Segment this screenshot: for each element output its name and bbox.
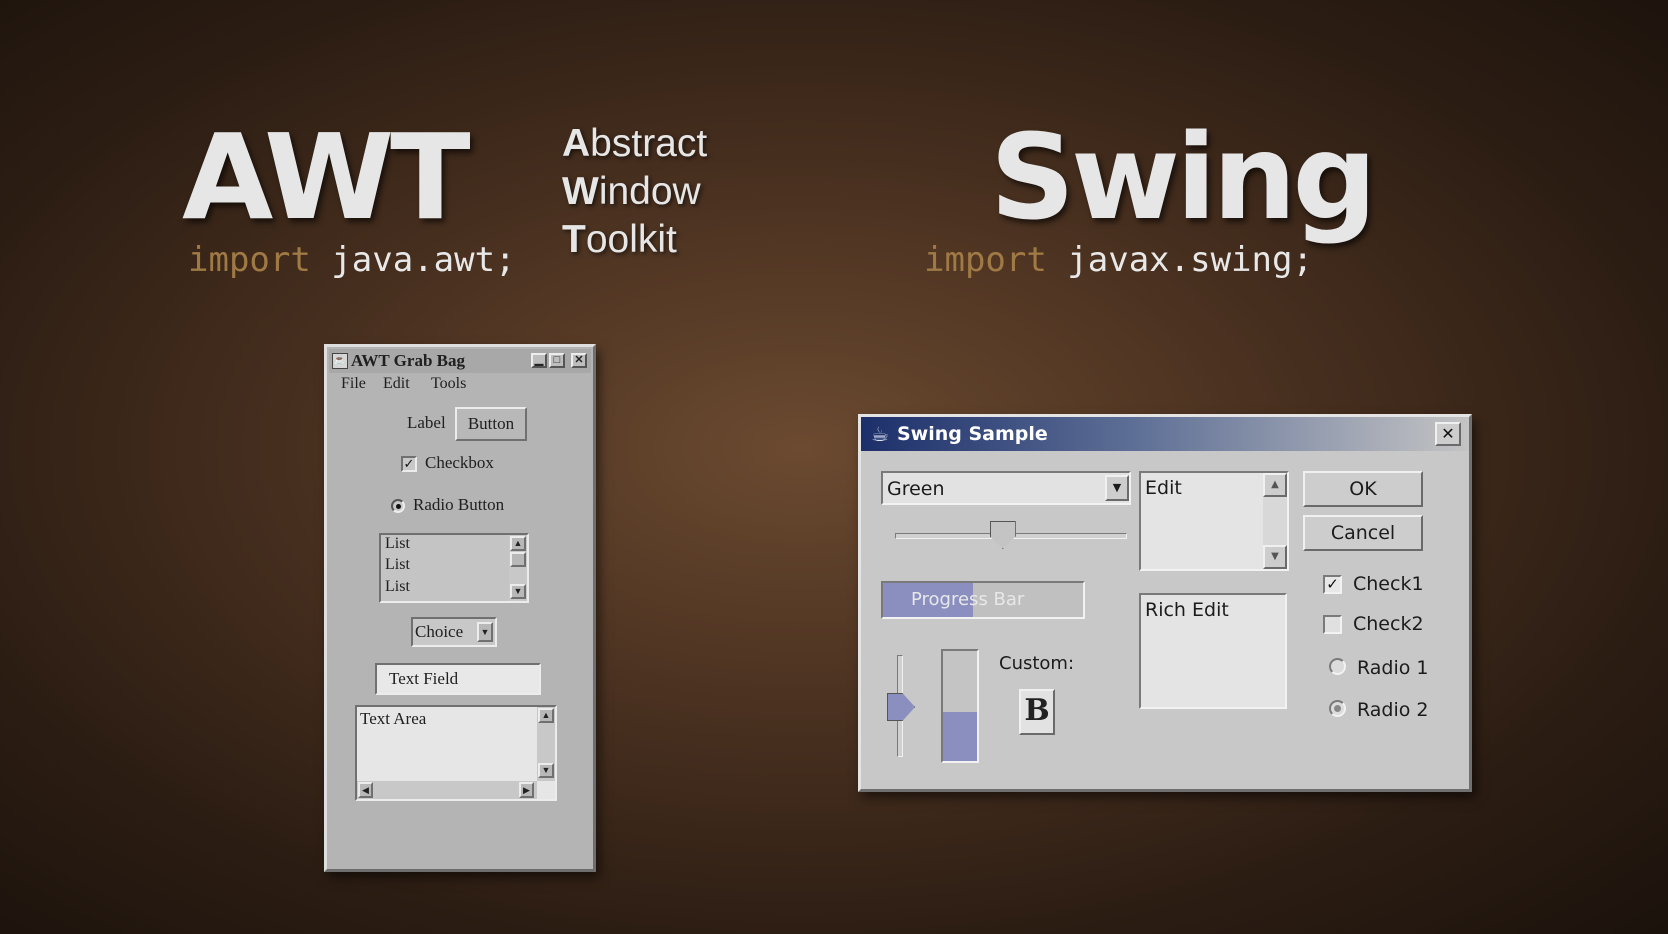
scroll-up-icon[interactable]: ▲ xyxy=(1263,473,1287,497)
minimize-icon[interactable]: ▁ xyxy=(531,353,547,368)
awt-radio-label: Radio Button xyxy=(413,495,505,514)
chevron-down-icon[interactable]: ▼ xyxy=(477,622,493,642)
awt-import-line: import java.awt; xyxy=(188,240,516,280)
bold-B-icon[interactable]: B xyxy=(1019,689,1055,735)
cancel-button[interactable]: Cancel xyxy=(1303,515,1423,551)
progress-label: Progress Bar xyxy=(911,589,1025,610)
awt-title: AWT xyxy=(182,108,471,246)
text-field-value: Text Field xyxy=(389,669,459,688)
menu-edit[interactable]: Edit xyxy=(383,375,410,393)
text-area-vscrollbar[interactable]: ▲ ▼ xyxy=(537,707,555,781)
awt-label: Label xyxy=(407,413,446,432)
awt-title-bar[interactable]: ☕ AWT Grab Bag ▁ □ ✕ xyxy=(329,349,591,373)
awt-text-field[interactable]: Text Field xyxy=(375,663,541,695)
swing-title-bar[interactable]: ☕ Swing Sample ✕ xyxy=(861,417,1469,451)
awt-checkbox-box[interactable]: ✓ xyxy=(401,456,417,472)
awt-text-area[interactable]: Text Area ▲ ▼ ◀ ▶ xyxy=(355,705,557,801)
import-keyword: import xyxy=(188,240,311,280)
acronym-line-toolkit: Toolkit xyxy=(562,218,677,261)
vertical-progress-fill xyxy=(943,711,977,761)
edit-text-area[interactable]: Edit ▲ ▼ xyxy=(1139,471,1289,571)
list-item[interactable]: List xyxy=(385,578,410,596)
radio-dot xyxy=(395,503,401,509)
radio2-label: Radio 2 xyxy=(1357,699,1429,721)
vertical-progress-bar xyxy=(941,649,979,763)
choice-value: Choice xyxy=(415,622,464,641)
slide-background: { "awt_heading": { "title": "AWT", "impo… xyxy=(0,0,1668,934)
vslider-thumb-icon[interactable] xyxy=(887,693,915,721)
custom-label: Custom: xyxy=(999,653,1075,674)
awt-checkbox-label: Checkbox xyxy=(425,453,494,472)
edit-scrollbar[interactable]: ▲ ▼ xyxy=(1263,473,1287,569)
color-combo-box[interactable]: Green ▼ xyxy=(881,471,1131,505)
vertical-slider[interactable] xyxy=(885,655,915,757)
awt-acronym-expansion: Abstract Window Toolkit xyxy=(562,120,707,264)
text-area-hscrollbar[interactable]: ◀ ▶ xyxy=(357,781,537,799)
rich-edit-value: Rich Edit xyxy=(1145,599,1229,621)
edit-text-value: Edit xyxy=(1145,477,1182,499)
ok-button[interactable]: OK xyxy=(1303,471,1423,507)
chevron-down-icon[interactable]: ▼ xyxy=(1105,475,1129,501)
import-package: java.awt; xyxy=(310,240,516,280)
scroll-thumb[interactable] xyxy=(510,552,526,567)
scroll-down-icon[interactable]: ▼ xyxy=(538,763,554,778)
awt-window-title: AWT Grab Bag xyxy=(351,351,465,370)
java-logo-icon: ☕ xyxy=(871,422,889,446)
scroll-up-icon[interactable]: ▲ xyxy=(510,536,526,551)
awt-grab-bag-window: ☕ AWT Grab Bag ▁ □ ✕ File Edit Tools Lab… xyxy=(324,344,596,872)
list-item[interactable]: List xyxy=(385,556,410,574)
radio1-button[interactable] xyxy=(1329,658,1346,675)
check2-label: Check2 xyxy=(1353,613,1424,635)
swing-sample-window: ☕ Swing Sample ✕ Green ▼ Progress Bar Cu… xyxy=(858,414,1472,792)
radio1-label: Radio 1 xyxy=(1357,657,1429,679)
horizontal-slider[interactable] xyxy=(895,521,1127,551)
awt-choice[interactable]: Choice ▼ xyxy=(411,617,497,647)
maximize-icon[interactable]: □ xyxy=(549,353,565,368)
radio2-button[interactable] xyxy=(1329,700,1346,717)
list-item[interactable]: List xyxy=(385,535,410,553)
rich-edit-text-area[interactable]: Rich Edit xyxy=(1139,593,1287,709)
java-cup-icon: ☕ xyxy=(332,353,348,369)
menu-file[interactable]: File xyxy=(341,375,366,393)
awt-button[interactable]: Button xyxy=(455,407,527,441)
progress-bar: Progress Bar xyxy=(881,581,1085,619)
check1-box[interactable]: ✓ xyxy=(1323,575,1342,594)
radio-dot xyxy=(1334,705,1341,712)
scroll-down-icon[interactable]: ▼ xyxy=(510,584,526,599)
awt-radio-button[interactable] xyxy=(391,499,405,513)
swing-import-line: import javax.swing; xyxy=(924,240,1313,280)
swing-window-title: Swing Sample xyxy=(897,423,1048,445)
check1-label: Check1 xyxy=(1353,573,1424,595)
text-area-value: Text Area xyxy=(360,709,427,728)
swing-title: Swing xyxy=(990,108,1377,246)
scroll-down-icon[interactable]: ▼ xyxy=(1263,545,1287,569)
acronym-line-window: Window xyxy=(562,170,701,213)
scroll-left-icon[interactable]: ◀ xyxy=(358,782,373,798)
scroll-right-icon[interactable]: ▶ xyxy=(519,782,534,798)
slider-thumb-icon[interactable] xyxy=(989,521,1016,549)
close-icon[interactable]: ✕ xyxy=(1435,422,1461,446)
close-icon[interactable]: ✕ xyxy=(571,353,587,368)
combo-value: Green xyxy=(887,478,945,500)
acronym-line-abstract: Abstract xyxy=(562,122,708,165)
scroll-up-icon[interactable]: ▲ xyxy=(538,708,554,723)
import-package: javax.swing; xyxy=(1046,240,1313,280)
menu-tools[interactable]: Tools xyxy=(431,375,466,393)
list-scrollbar[interactable]: ▲ ▼ xyxy=(509,535,527,601)
awt-list[interactable]: List List List ▲ ▼ xyxy=(379,533,529,603)
import-keyword: import xyxy=(924,240,1047,280)
check2-box[interactable] xyxy=(1323,615,1342,634)
